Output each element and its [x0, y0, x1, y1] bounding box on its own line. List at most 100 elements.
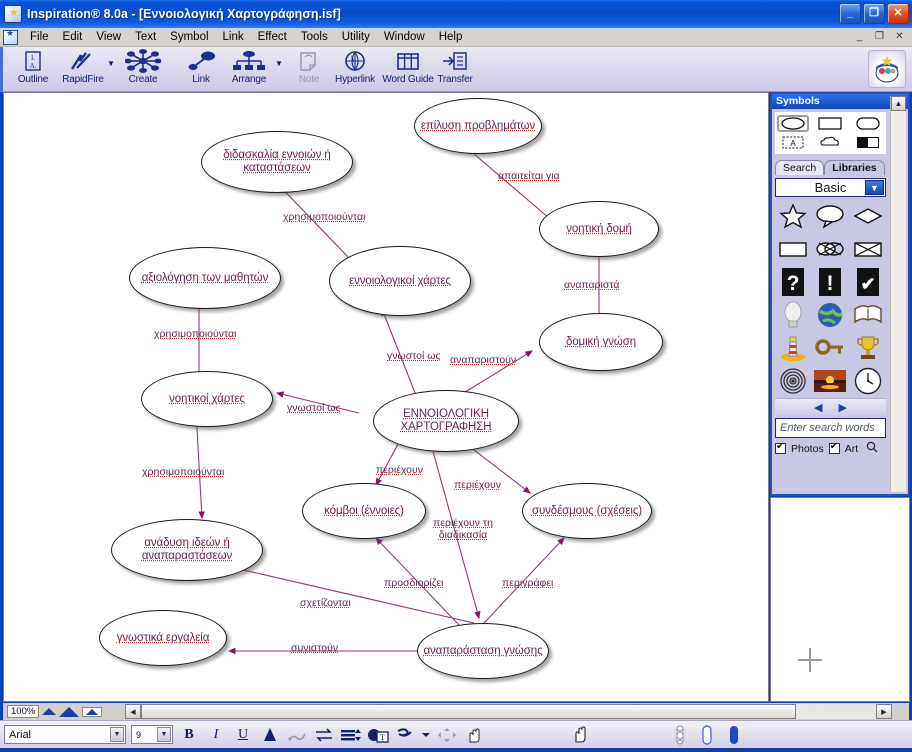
toolbar-button-arrange[interactable]: Arrange — [221, 49, 277, 90]
menu-effect[interactable]: Effect — [251, 29, 294, 45]
symbol-rectangle-icon[interactable] — [775, 234, 810, 264]
diagram-node[interactable]: συνδέσμους (σχέσεις) — [522, 483, 652, 539]
shape-cloud[interactable] — [814, 134, 846, 151]
toolbar-button-hyperlink[interactable]: Hyperlink — [327, 49, 383, 90]
inspiration-mascot-icon[interactable] — [868, 50, 906, 88]
menu-help[interactable]: Help — [432, 29, 470, 45]
symbol-question-mark-icon[interactable]: ? — [775, 267, 810, 297]
italic-button[interactable]: I — [205, 724, 227, 746]
pointer-button[interactable] — [463, 724, 485, 746]
minimize-button[interactable]: _ — [839, 3, 861, 24]
tab-search[interactable]: Search — [775, 160, 825, 175]
diagram-node[interactable]: γνωστικά εργαλεία — [99, 610, 227, 666]
mdi-close-button[interactable]: ✕ — [891, 29, 908, 44]
shape-style-caret[interactable] — [421, 724, 431, 746]
zoom-out-icon[interactable] — [42, 708, 57, 715]
library-select[interactable]: Basic ▼ — [775, 178, 886, 197]
menu-link[interactable]: Link — [216, 29, 251, 45]
chevron-down-icon[interactable]: ▼ — [865, 180, 884, 195]
search-icon[interactable] — [866, 441, 878, 456]
menu-file[interactable]: File — [23, 29, 56, 45]
symbol-shape-1-button[interactable] — [669, 724, 691, 746]
rapidfire-dropdown-caret[interactable]: ▼ — [107, 59, 115, 68]
scroll-up-icon[interactable]: ▲ — [891, 96, 906, 111]
hscroll-track[interactable] — [796, 704, 876, 719]
symbol-globe-icon[interactable] — [813, 300, 848, 330]
position-text-button[interactable]: T — [367, 724, 389, 746]
toolbar-button-rapidfire[interactable]: RapidFire — [55, 49, 111, 90]
symbol-star-icon[interactable] — [775, 201, 810, 231]
diagram-node[interactable]: ΕΝΝΟΙΟΛΟΓΙΚΗ ΧΑΡΤΟΓΡΑΦΗΣΗ — [373, 390, 519, 452]
symbol-diamond-icon[interactable] — [851, 201, 886, 231]
shape-rounded-rectangle[interactable] — [852, 115, 884, 132]
symbol-sunset-photo-icon[interactable] — [813, 366, 848, 396]
symbol-lightbulb-icon[interactable] — [775, 300, 810, 330]
menu-utility[interactable]: Utility — [335, 29, 377, 45]
diagram-node[interactable]: κόμβοι (έννοιες) — [302, 483, 426, 539]
bold-button[interactable]: B — [178, 724, 200, 746]
symbol-search-input[interactable]: Enter search words — [775, 418, 886, 438]
font-size-select[interactable]: 9 ▼ — [131, 725, 173, 744]
shape-split-box[interactable] — [852, 134, 884, 151]
symbol-crossed-box-icon[interactable] — [851, 234, 886, 264]
menu-window[interactable]: Window — [377, 29, 432, 45]
symbol-key-icon[interactable] — [813, 333, 848, 363]
toolbar-button-transfer[interactable]: Transfer — [427, 49, 483, 90]
underline-button[interactable]: U — [232, 724, 254, 746]
menu-tools[interactable]: Tools — [294, 29, 335, 45]
close-button[interactable]: ✕ — [887, 3, 909, 24]
menu-symbol[interactable]: Symbol — [163, 29, 215, 45]
line-thickness-button[interactable] — [340, 724, 362, 746]
symbol-lighthouse-icon[interactable] — [775, 333, 810, 363]
mdi-minimize-button[interactable]: _ — [851, 29, 868, 44]
fit-to-window-icon[interactable] — [82, 706, 103, 717]
prev-library-icon[interactable]: ◀ — [814, 401, 822, 414]
diagram-node[interactable]: αναπαράσταση γνώσης — [417, 623, 549, 679]
text-color-button[interactable] — [259, 724, 281, 746]
symbol-open-book-icon[interactable] — [851, 300, 886, 330]
symbol-checkmark-icon[interactable]: ✔ — [851, 267, 886, 297]
font-family-select[interactable]: Arial ▼ — [4, 725, 126, 744]
symbol-double-ellipse-icon[interactable] — [813, 234, 848, 264]
next-library-icon[interactable]: ▶ — [839, 401, 847, 414]
shape-text-box[interactable]: A — [777, 134, 809, 151]
shape-ellipse[interactable] — [776, 115, 809, 132]
toolbar-button-create[interactable]: Create — [115, 49, 171, 90]
link-style-button[interactable] — [286, 724, 308, 746]
shape-style-button[interactable] — [394, 724, 416, 746]
symbol-exclamation-mark-icon[interactable]: ! — [813, 267, 848, 297]
symbol-shape-2-button[interactable] — [696, 724, 718, 746]
shape-rectangle[interactable] — [814, 115, 846, 132]
diagram-node[interactable]: δομική γνώση — [539, 313, 663, 371]
canvas-right-region[interactable] — [770, 497, 910, 702]
toolbar-button-outline[interactable]: I. A. Outline — [5, 49, 61, 90]
diagram-node[interactable]: νοητική δομή — [539, 201, 659, 257]
resize-button[interactable] — [436, 724, 458, 746]
hscroll-thumb[interactable] — [141, 704, 796, 719]
tab-libraries[interactable]: Libraries — [824, 160, 885, 175]
symbol-target-spiral-icon[interactable] — [775, 366, 810, 396]
hscroll-right-button[interactable]: ▶ — [876, 704, 892, 719]
diagram-node[interactable]: επίλυση προβλημάτων — [414, 98, 542, 154]
mdi-restore-button[interactable]: ❐ — [871, 29, 888, 44]
symbol-shape-3-button[interactable] — [723, 724, 745, 746]
photos-checkbox[interactable] — [775, 441, 786, 454]
symbol-trophy-icon[interactable] — [851, 333, 886, 363]
symbol-clock-icon[interactable] — [851, 366, 886, 396]
diagram-node[interactable]: νοητικοί χάρτες — [141, 371, 273, 427]
symbol-speech-bubble-icon[interactable] — [813, 201, 848, 231]
maximize-button[interactable]: ❐ — [863, 3, 885, 24]
chevron-down-icon[interactable]: ▼ — [110, 727, 124, 742]
zoom-in-icon[interactable] — [59, 706, 80, 717]
diagram-node[interactable]: ανάδυση ιδεών ή αναπαραστάσεων — [111, 519, 263, 581]
hand-tool-button[interactable] — [570, 724, 592, 746]
menu-text[interactable]: Text — [128, 29, 163, 45]
diagram-node[interactable]: διδασκαλία εννοιών ή καταστάσεων — [201, 131, 353, 193]
diagram-canvas[interactable]: διδασκαλία εννοιών ή καταστάσεων επίλυση… — [3, 92, 769, 702]
zoom-level[interactable]: 100% — [7, 705, 40, 718]
menu-edit[interactable]: Edit — [56, 29, 90, 45]
art-checkbox[interactable] — [828, 441, 840, 454]
diagram-node[interactable]: αξιολόγηση των μαθητών — [129, 247, 281, 309]
document-icon[interactable] — [3, 28, 18, 45]
diagram-node[interactable]: εννοιολογικοί χάρτες — [329, 246, 471, 316]
